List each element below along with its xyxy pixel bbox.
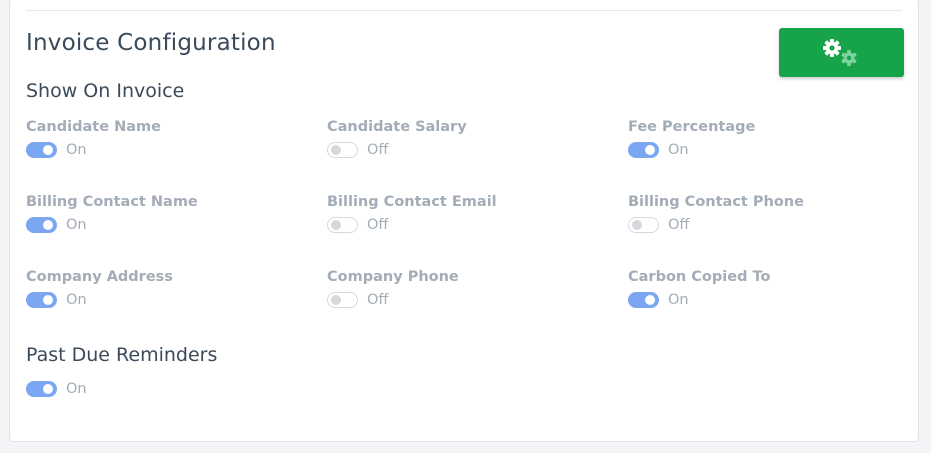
invoice-configuration-card: Invoice Configuration Show On Invoice Ca… (9, 0, 919, 442)
field-label: Candidate Name (26, 119, 161, 135)
field-label: Candidate Salary (327, 119, 467, 135)
toggle-state: On (66, 217, 87, 233)
field-candidate-salary: Candidate Salary Off (327, 117, 607, 159)
toggle-state: Off (668, 217, 690, 233)
field-label: Company Phone (327, 269, 459, 285)
toggle-state: On (66, 381, 87, 397)
field-billing-contact-name: Billing Contact Name On (26, 192, 306, 234)
past-due-reminders-toggle[interactable] (26, 381, 57, 397)
field-billing-contact-phone: Billing Contact Phone Off (628, 192, 908, 234)
toggle-state: Off (367, 217, 389, 233)
field-label: Company Address (26, 269, 173, 285)
field-company-address: Company Address On (26, 267, 306, 309)
gears-icon (823, 39, 857, 66)
billing-contact-phone-toggle[interactable] (628, 217, 659, 233)
field-label: Fee Percentage (628, 119, 756, 135)
company-address-toggle[interactable] (26, 292, 57, 308)
field-company-phone: Company Phone Off (327, 267, 607, 309)
toggle-state: On (668, 142, 689, 158)
field-billing-contact-email: Billing Contact Email Off (327, 192, 607, 234)
field-past-due-reminders: On (26, 380, 306, 398)
candidate-salary-toggle[interactable] (327, 142, 358, 158)
carbon-copied-to-toggle[interactable] (628, 292, 659, 308)
toggle-state: Off (367, 292, 389, 308)
field-label: Billing Contact Name (26, 194, 198, 210)
toggle-state: Off (367, 142, 389, 158)
company-phone-toggle[interactable] (327, 292, 358, 308)
page-title: Invoice Configuration (26, 30, 276, 56)
billing-contact-name-toggle[interactable] (26, 217, 57, 233)
top-divider (26, 10, 902, 11)
candidate-name-toggle[interactable] (26, 142, 57, 158)
settings-button[interactable] (779, 28, 904, 77)
field-candidate-name: Candidate Name On (26, 117, 306, 159)
billing-contact-email-toggle[interactable] (327, 217, 358, 233)
field-label: Carbon Copied To (628, 269, 771, 285)
show-on-invoice-title: Show On Invoice (26, 80, 185, 102)
past-due-reminders-title: Past Due Reminders (26, 344, 218, 366)
field-label: Billing Contact Email (327, 194, 497, 210)
toggle-state: On (66, 292, 87, 308)
toggle-state: On (66, 142, 87, 158)
toggle-state: On (668, 292, 689, 308)
field-label: Billing Contact Phone (628, 194, 804, 210)
field-fee-percentage: Fee Percentage On (628, 117, 908, 159)
field-carbon-copied-to: Carbon Copied To On (628, 267, 908, 309)
fee-percentage-toggle[interactable] (628, 142, 659, 158)
